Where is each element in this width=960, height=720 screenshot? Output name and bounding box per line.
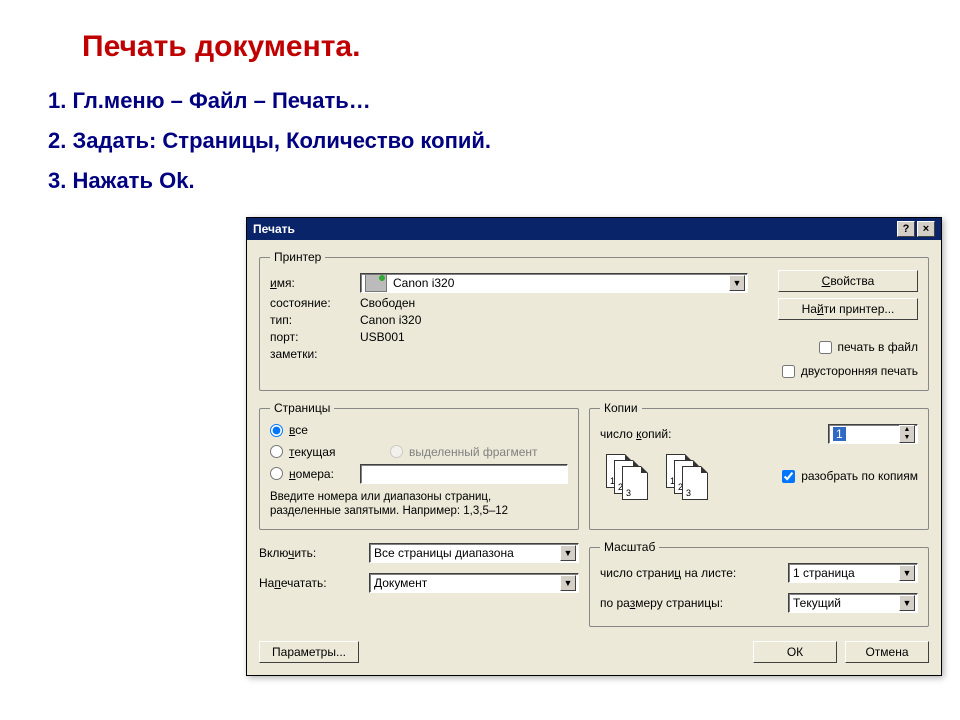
scale-to-paper-value: Текущий <box>793 596 841 610</box>
pages-legend: Страницы <box>270 401 334 415</box>
chevron-down-icon: ▼ <box>899 595 915 611</box>
find-printer-button[interactable]: Найти принтер... <box>778 298 918 320</box>
chevron-down-icon: ▼ <box>729 275 745 291</box>
printer-notes-label: заметки: <box>270 347 360 361</box>
printer-legend: Принтер <box>270 250 325 264</box>
pages-numbers-input[interactable] <box>360 464 568 484</box>
page-title: Печать документа. <box>82 30 912 64</box>
print-what-combo[interactable]: Документ ▼ <box>369 573 579 593</box>
copies-count-spinner[interactable]: 1 ▲▼ <box>828 424 918 444</box>
collate-icon: 1 2 3 <box>666 454 714 498</box>
collate-checkbox[interactable]: разобрать по копиям <box>782 469 918 483</box>
ok-button[interactable]: ОК <box>753 641 837 663</box>
duplex-checkbox[interactable]: двусторонняя печать <box>782 364 918 378</box>
print-what-value: Документ <box>374 576 427 590</box>
chevron-down-icon: ▼ <box>899 565 915 581</box>
print-dialog: Печать ? × Принтер имя: Canon i320 ▼ <box>246 217 942 676</box>
print-what-label: Напечатать: <box>259 576 369 590</box>
printer-port-value: USB001 <box>360 330 405 344</box>
help-button[interactable]: ? <box>897 221 915 237</box>
titlebar: Печать ? × <box>247 218 941 240</box>
printer-icon <box>365 274 387 292</box>
pages-per-sheet-combo[interactable]: 1 страница ▼ <box>788 563 918 583</box>
scale-to-paper-label: по размеру страницы: <box>600 596 788 610</box>
scale-to-paper-combo[interactable]: Текущий ▼ <box>788 593 918 613</box>
print-to-file-checkbox[interactable]: печать в файл <box>819 340 918 354</box>
cancel-button[interactable]: Отмена <box>845 641 929 663</box>
printer-type-value: Canon i320 <box>360 313 421 327</box>
pages-selection-radio: выделенный фрагмент <box>390 445 538 459</box>
step-3: 3. Нажать Ok. <box>48 168 912 194</box>
pages-current-radio[interactable]: текущая <box>270 445 390 459</box>
copies-count-value: 1 <box>833 427 846 441</box>
options-button[interactable]: Параметры... <box>259 641 359 663</box>
step-1: 1. Гл.меню – Файл – Печать… <box>48 88 912 114</box>
printer-type-label: тип: <box>270 313 360 327</box>
printer-name-value: Canon i320 <box>393 276 454 290</box>
printer-port-label: порт: <box>270 330 360 344</box>
copies-legend: Копии <box>600 401 642 415</box>
pages-hint: Введите номера или диапазоны страниц, ра… <box>270 490 568 520</box>
printer-group: Принтер имя: Canon i320 ▼ состояние: Сво… <box>259 250 929 391</box>
chevron-down-icon: ▼ <box>560 575 576 591</box>
spinner-buttons[interactable]: ▲▼ <box>899 425 915 443</box>
pages-numbers-radio[interactable]: номера: <box>270 467 360 481</box>
copies-count-label: число копий: <box>600 427 828 441</box>
step-2: 2. Задать: Страницы, Количество копий. <box>48 128 912 154</box>
printer-status-value: Свободен <box>360 296 415 310</box>
printer-name-label: имя: <box>270 276 360 290</box>
include-label: Включить: <box>259 546 369 560</box>
collate-icon: 1 2 3 <box>606 454 654 498</box>
include-value: Все страницы диапазона <box>374 546 514 560</box>
pages-all-radio[interactable]: все <box>270 423 308 437</box>
pages-group: Страницы все текущая выделенный фрагмент… <box>259 401 579 530</box>
zoom-group: Масштаб число страниц на листе: 1 страни… <box>589 540 929 627</box>
close-button[interactable]: × <box>917 221 935 237</box>
dialog-title: Печать <box>253 222 895 236</box>
properties-button[interactable]: Свойства <box>778 270 918 292</box>
include-combo[interactable]: Все страницы диапазона ▼ <box>369 543 579 563</box>
copies-group: Копии число копий: 1 ▲▼ 1 2 3 <box>589 401 929 530</box>
zoom-legend: Масштаб <box>600 540 659 554</box>
pages-per-sheet-value: 1 страница <box>793 566 855 580</box>
printer-name-combo[interactable]: Canon i320 ▼ <box>360 273 748 293</box>
pages-per-sheet-label: число страниц на листе: <box>600 566 788 580</box>
chevron-down-icon: ▼ <box>560 545 576 561</box>
printer-status-label: состояние: <box>270 296 360 310</box>
